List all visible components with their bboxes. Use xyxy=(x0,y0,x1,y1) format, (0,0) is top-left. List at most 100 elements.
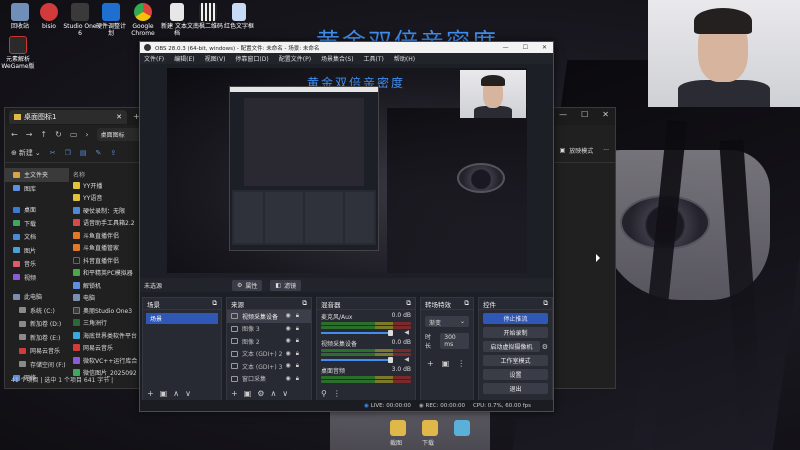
transition-select[interactable]: 渐变 ⌄ xyxy=(425,316,469,327)
speaker-icon[interactable]: ◀ xyxy=(404,356,409,363)
slider-handle[interactable] xyxy=(388,357,393,363)
nav-item-this-pc[interactable]: 此电脑 xyxy=(5,290,69,304)
file-item[interactable]: YY语音 xyxy=(73,192,137,205)
remove-icon[interactable]: ▣ xyxy=(442,359,450,368)
menu-edit[interactable]: 编辑(E) xyxy=(174,54,194,63)
file-item[interactable]: 微软VC++运行库合集 xyxy=(73,354,137,367)
cut-icon[interactable]: ✂ xyxy=(50,149,56,157)
source-item[interactable]: 图像 2 ◉ 🔒︎ xyxy=(227,335,311,348)
app-icon[interactable] xyxy=(454,420,470,436)
close-icon[interactable]: ✕ xyxy=(542,44,547,51)
nav-item-drive-e[interactable]: 新加卷 (E:) xyxy=(5,331,69,345)
maximize-icon[interactable]: ☐ xyxy=(581,110,588,119)
move-down-icon[interactable]: ∨ xyxy=(185,389,191,398)
lock-icon[interactable]: 🔒︎ xyxy=(296,362,299,370)
duration-input[interactable]: 300 ms xyxy=(440,333,469,349)
stop-streaming-button[interactable]: 停止推流 xyxy=(483,313,548,324)
file-item[interactable]: 斗鱼直播管家 xyxy=(73,242,137,255)
desktop-icon-studio-one[interactable]: Studio One 6 xyxy=(63,3,97,37)
add-icon[interactable]: + xyxy=(147,389,154,398)
file-item[interactable]: 解锁机 xyxy=(73,279,137,292)
undock-icon[interactable]: ⧉ xyxy=(543,299,548,308)
menu-profile[interactable]: 配置文件(P) xyxy=(279,54,311,63)
desktop-icon-bisio[interactable]: bisio xyxy=(32,3,66,30)
slider-handle[interactable] xyxy=(388,330,393,336)
scene-item[interactable]: 场景 xyxy=(146,313,218,324)
nav-item-downloads[interactable]: 下载 xyxy=(5,217,69,231)
eye-icon[interactable]: ◉ xyxy=(286,362,291,370)
lock-icon[interactable]: 🔒︎ xyxy=(296,375,299,383)
file-item[interactable]: 语音助手工具箱2.2 xyxy=(73,217,137,230)
desktop-icon-chrome[interactable]: Google Chrome xyxy=(126,3,160,37)
nav-item-videos[interactable]: 视频 xyxy=(5,271,69,285)
studio-mode-button[interactable]: 工作室模式 xyxy=(483,355,548,366)
more-icon[interactable]: ··· xyxy=(603,147,609,154)
more-icon[interactable]: ⋮ xyxy=(457,359,465,368)
desktop-icon-red-text[interactable]: 红色文字框 xyxy=(222,3,256,30)
move-up-icon[interactable]: ∧ xyxy=(270,389,276,398)
nav-item-home[interactable]: 主文件夹 xyxy=(5,168,69,182)
nav-item-music[interactable]: 音乐 xyxy=(5,257,69,271)
start-recording-button[interactable]: 开始录制 xyxy=(483,327,548,338)
remove-icon[interactable]: ▣ xyxy=(160,389,168,398)
maximize-icon[interactable]: ☐ xyxy=(523,44,528,51)
copy-icon[interactable]: ❐ xyxy=(65,149,71,157)
file-item[interactable]: 海底世界类软件平台 xyxy=(73,329,137,342)
refresh-icon[interactable]: ↻ xyxy=(55,130,62,139)
file-item[interactable]: 斗鱼直播伴侣 xyxy=(73,229,137,242)
up-icon[interactable]: ↑ xyxy=(40,130,47,139)
download-app-icon[interactable] xyxy=(422,420,438,436)
menu-help[interactable]: 帮助(H) xyxy=(394,54,415,63)
filters-button[interactable]: ◧ 滤镜 xyxy=(270,279,302,291)
file-item[interactable]: 和平精英PC模拟器 xyxy=(73,267,137,280)
share-icon[interactable]: ⇪ xyxy=(110,149,116,157)
close-tab-icon[interactable]: ✕ xyxy=(116,113,122,121)
file-item[interactable]: 抖音直播伴侣 xyxy=(73,254,137,267)
desktop-icon-wegame[interactable]: 元素解析 WeGame版 xyxy=(0,36,36,70)
add-icon[interactable]: + xyxy=(231,389,238,398)
menu-scene-collection[interactable]: 场景集合(S) xyxy=(321,54,354,63)
forward-icon[interactable]: → xyxy=(26,130,33,139)
start-virtual-camera-button[interactable]: 启动虚拟摄像机 xyxy=(483,341,540,352)
menu-docks[interactable]: 停靠窗口(D) xyxy=(235,54,268,63)
eye-icon[interactable]: ◉ xyxy=(286,325,291,333)
volume-slider[interactable]: ◀ xyxy=(321,329,411,336)
minimize-icon[interactable]: — xyxy=(503,44,509,51)
screenshot-app-icon[interactable] xyxy=(390,420,406,436)
address-bar[interactable]: 桌面图标 xyxy=(96,127,145,141)
eye-icon[interactable]: ◉ xyxy=(286,350,291,358)
lock-icon[interactable]: 🔒︎ xyxy=(296,312,299,320)
close-icon[interactable]: ✕ xyxy=(602,110,609,119)
lock-icon[interactable]: 🔒︎ xyxy=(296,325,299,333)
menu-file[interactable]: 文件(F) xyxy=(144,54,164,63)
eye-icon[interactable]: ◉ xyxy=(286,312,291,320)
source-item[interactable]: 窗口采集 ◉ 🔒︎ xyxy=(227,373,311,386)
menu-tools[interactable]: 工具(T) xyxy=(364,54,384,63)
rename-icon[interactable]: ✎ xyxy=(96,149,102,157)
explorer-tab[interactable]: 桌面图标1 ✕ xyxy=(9,109,127,124)
menu-view[interactable]: 视图(V) xyxy=(205,54,226,63)
undock-icon[interactable]: ⧉ xyxy=(464,299,469,308)
desktop-icon-text-doc[interactable]: 新建 文本文档 xyxy=(160,3,194,37)
minimize-icon[interactable]: — xyxy=(559,110,567,119)
move-down-icon[interactable]: ∨ xyxy=(282,389,288,398)
file-item[interactable]: 电脑 xyxy=(73,292,137,305)
desktop-icon-hardware[interactable]: 硬件调整计划 xyxy=(94,3,128,37)
remove-icon[interactable]: ▣ xyxy=(244,389,252,398)
file-item[interactable]: 三角洲行 xyxy=(73,317,137,330)
nav-item-desktop[interactable]: 桌面 xyxy=(5,203,69,217)
file-item[interactable]: YY开播 xyxy=(73,179,137,192)
focus-mode-button[interactable]: ▣ 放映模式 ··· xyxy=(560,146,609,155)
move-up-icon[interactable]: ∧ xyxy=(173,389,179,398)
source-item[interactable]: 图像 3 ◉ 🔒︎ xyxy=(227,323,311,336)
nav-item-documents[interactable]: 文档 xyxy=(5,230,69,244)
column-header-name[interactable]: 名称 xyxy=(73,170,137,179)
nav-item-netease[interactable]: 网易云音乐 xyxy=(5,344,69,358)
file-item[interactable]: 硬仗录制：无限 xyxy=(73,204,137,217)
source-item[interactable]: 文本 (GDI+) 2 ◉ 🔒︎ xyxy=(227,348,311,361)
file-item[interactable]: 奥丽Studio One3 xyxy=(73,304,137,317)
source-item[interactable]: 文本 (GDI+) 3 ◉ 🔒︎ xyxy=(227,360,311,373)
exit-button[interactable]: 退出 xyxy=(483,383,548,394)
file-item[interactable]: 网易云音乐 xyxy=(73,342,137,355)
speaker-icon[interactable]: ◀ xyxy=(404,329,409,336)
